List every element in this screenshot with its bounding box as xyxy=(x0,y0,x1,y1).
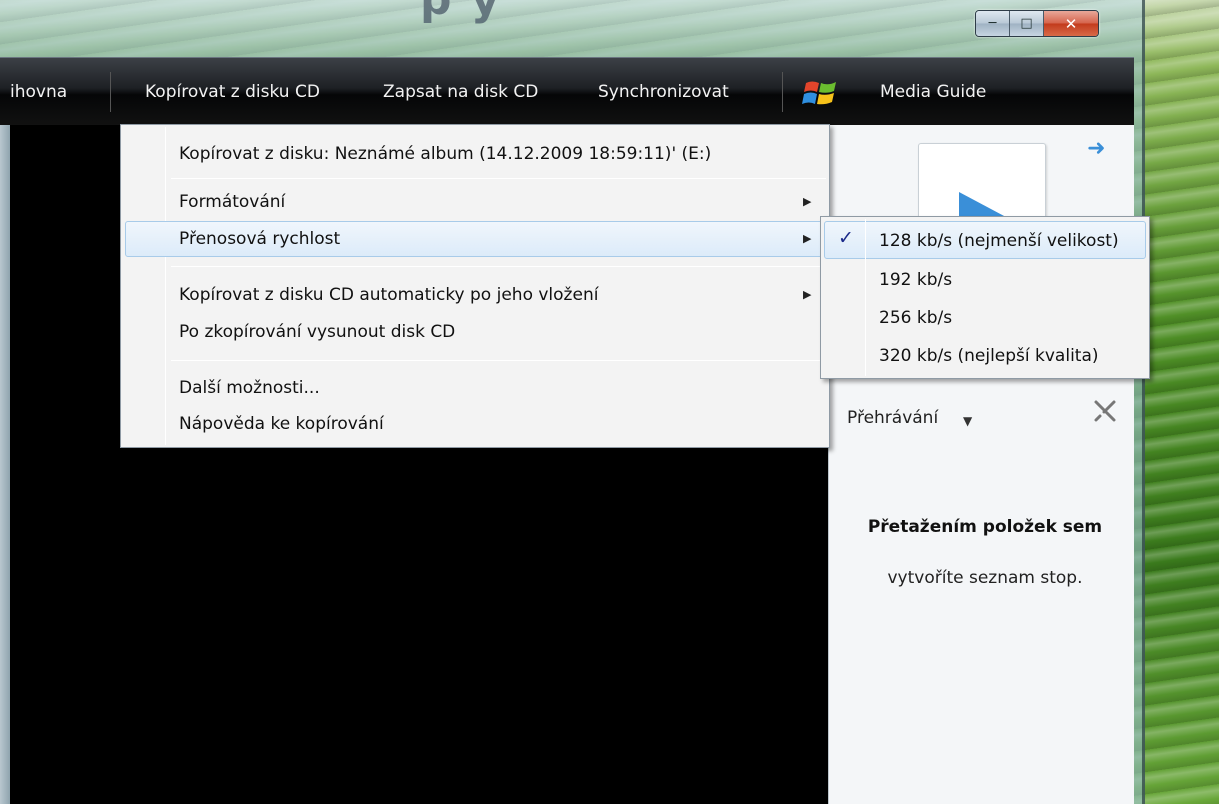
close-icon: ✕ xyxy=(1064,14,1078,33)
tab-sync[interactable]: Synchronizovat xyxy=(598,58,729,126)
close-button[interactable]: ✕ xyxy=(1044,11,1098,36)
menu-gutter xyxy=(165,127,166,445)
submenu-arrow-icon: ▶ xyxy=(803,195,812,208)
menu-item-eject-after-rip[interactable]: Po zkopírování vysunout disk CD xyxy=(179,317,455,347)
toolbar: ihovna Kopírovat z disku CD Zapsat na di… xyxy=(0,57,1134,125)
toolbar-divider xyxy=(110,72,111,112)
bitrate-submenu: ✓ 128 kb/s (nejmenší velikost) 192 kb/s … xyxy=(820,216,1150,379)
arrow-right-icon[interactable]: ➜ xyxy=(1087,138,1105,160)
window-controls: ─ □ ✕ xyxy=(975,10,1099,37)
bitrate-option-320[interactable]: 320 kb/s (nejlepší kvalita) xyxy=(879,341,1099,371)
submenu-arrow-icon: ▶ xyxy=(803,288,812,301)
checkmark-icon: ✓ xyxy=(838,227,854,249)
toolbar-divider xyxy=(782,72,783,112)
tab-media-guide[interactable]: Media Guide xyxy=(880,58,986,126)
tab-burn[interactable]: Zapsat na disk CD xyxy=(383,58,538,126)
empty-list-hint: vytvoříte seznam stop. xyxy=(887,568,1083,588)
empty-list-title: Přetažením položek sem xyxy=(867,517,1103,537)
clear-list-icon[interactable] xyxy=(1092,398,1118,424)
menu-item-more-options[interactable]: Další možnosti... xyxy=(179,373,320,403)
chevron-down-icon[interactable]: ▼ xyxy=(963,414,972,428)
maximize-icon: □ xyxy=(1020,16,1033,31)
window-left-border xyxy=(0,125,10,804)
menu-separator xyxy=(171,178,826,179)
submenu-gutter xyxy=(865,219,866,376)
bitrate-option-256[interactable]: 256 kb/s xyxy=(879,303,952,333)
minimize-icon: ─ xyxy=(988,16,997,31)
menu-item-format[interactable]: Formátování xyxy=(179,187,285,217)
bitrate-option-192[interactable]: 192 kb/s xyxy=(879,265,952,295)
menu-item-auto-rip[interactable]: Kopírovat z disku CD automaticky po jeho… xyxy=(179,280,598,310)
submenu-arrow-icon: ▶ xyxy=(803,232,812,245)
menu-separator xyxy=(171,266,826,267)
rip-options-menu: Kopírovat z disku: Neznámé album (14.12.… xyxy=(120,124,830,448)
menu-item-rip-album[interactable]: Kopírovat z disku: Neznámé album (14.12.… xyxy=(179,139,711,169)
bitrate-option-128[interactable]: 128 kb/s (nejmenší velikost) xyxy=(879,226,1119,256)
menu-item-rip-help[interactable]: Nápověda ke kopírování xyxy=(179,409,384,439)
maximize-button[interactable]: □ xyxy=(1010,11,1044,36)
playlist-heading[interactable]: Přehrávání xyxy=(847,408,938,428)
minimize-button[interactable]: ─ xyxy=(976,11,1010,36)
tab-library[interactable]: ihovna xyxy=(10,58,67,126)
menu-separator xyxy=(171,360,826,361)
windows-logo-icon[interactable] xyxy=(802,78,840,108)
tab-rip[interactable]: Kopírovat z disku CD xyxy=(145,58,320,126)
menu-item-bitrate[interactable]: Přenosová rychlost xyxy=(179,224,340,254)
